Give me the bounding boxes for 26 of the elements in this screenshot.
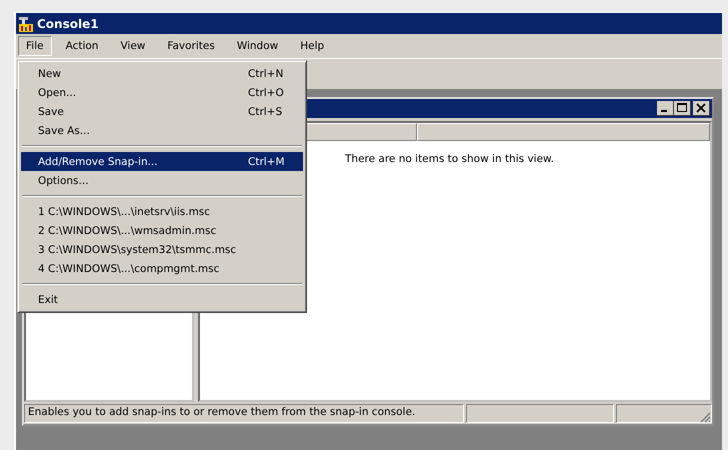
menu-item[interactable]: Window <box>228 36 286 56</box>
menu-item[interactable]: Save Ctrl+S <box>21 102 303 121</box>
menu-item[interactable]: Add/Remove Snap-in... Ctrl+M <box>21 152 303 171</box>
menu-item[interactable]: 3 C:\WINDOWS\system32\tsmmc.msc <box>21 240 303 259</box>
menu-item[interactable]: Help <box>292 36 332 56</box>
menu-item[interactable]: New Ctrl+N <box>21 64 303 83</box>
menu-item[interactable]: View <box>112 36 154 56</box>
menu-item[interactable]: 1 C:\WINDOWS\...\inetsrv\iis.msc <box>21 202 303 221</box>
menu-item[interactable]: 2 C:\WINDOWS\...\wmsadmin.msc <box>21 221 303 240</box>
menu-item[interactable]: Favorites <box>159 36 223 56</box>
close-icon[interactable] <box>693 101 710 116</box>
maximize-icon[interactable] <box>674 101 691 116</box>
window-title: Console1 <box>37 16 99 30</box>
menu-item[interactable]: File <box>18 36 52 56</box>
menu-item[interactable]: Options... <box>21 171 303 190</box>
menu-item[interactable]: Open... Ctrl+O <box>21 83 303 102</box>
empty-message: There are no items to show in this view. <box>345 153 554 165</box>
menu-item[interactable]: 4 C:\WINDOWS\...\compmgmt.msc <box>21 259 303 278</box>
status-text: Enables you to add snap-ins to or remove them from the snap-in console. <box>24 404 464 423</box>
menu-item[interactable]: Exit <box>21 290 303 309</box>
column-header[interactable] <box>417 123 710 141</box>
menu-item[interactable]: Save As... <box>21 121 303 140</box>
minimize-icon[interactable] <box>657 101 674 116</box>
app-icon <box>18 16 34 32</box>
menu-item[interactable]: Action <box>58 36 106 56</box>
resize-grip-icon[interactable] <box>699 411 711 423</box>
